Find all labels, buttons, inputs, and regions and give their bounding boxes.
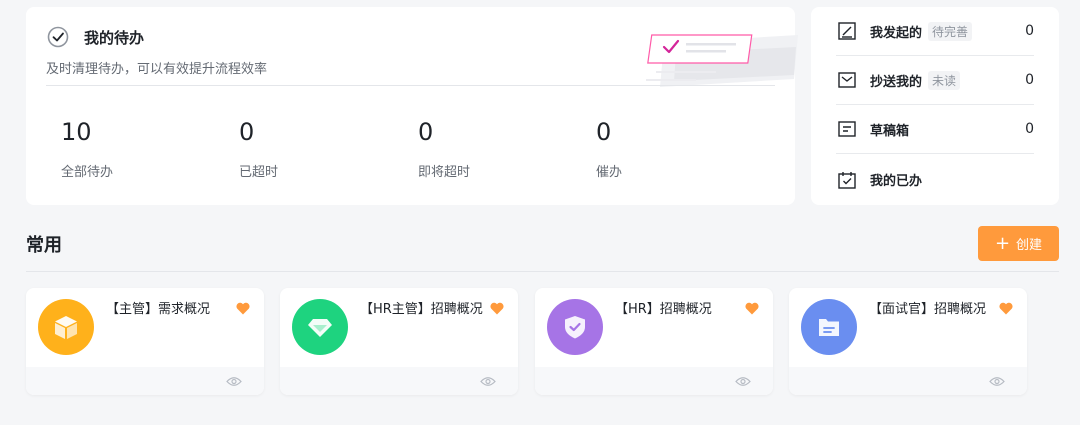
- eye-icon[interactable]: [735, 376, 751, 387]
- plus-icon: +: [994, 232, 1011, 254]
- todo-header: 我的待办: [46, 25, 144, 49]
- edit-icon: [838, 22, 856, 40]
- app-name: 【HR】招聘概况: [615, 302, 712, 317]
- app-card[interactable]: 【面试官】招聘概况: [789, 288, 1027, 395]
- heart-icon[interactable]: [999, 302, 1013, 315]
- side-item-drafts[interactable]: 草稿箱 0: [836, 105, 1034, 154]
- app-card-footer: [26, 367, 264, 395]
- app-card-footer: [280, 367, 518, 395]
- box-icon: [55, 316, 77, 339]
- check-circle-icon: [47, 26, 69, 48]
- eye-icon[interactable]: [989, 376, 1005, 387]
- create-button-label: 创建: [1016, 238, 1043, 253]
- folder-icon: [819, 319, 839, 336]
- stat-all-todo[interactable]: 10 全部待办: [61, 117, 113, 180]
- stat-label: 催办: [596, 165, 623, 180]
- app-name: 【面试官】招聘概况: [869, 302, 987, 317]
- stat-value: 10: [61, 118, 92, 146]
- app-name: 【主管】需求概况: [106, 302, 211, 317]
- side-item-label: 我的已办: [870, 174, 923, 189]
- stat-label: 全部待办: [61, 165, 114, 180]
- eye-icon[interactable]: [480, 376, 496, 387]
- section-title: 常用: [26, 235, 62, 256]
- stat-overdue[interactable]: 0 已超时: [239, 117, 278, 180]
- side-item-tag: 未读: [928, 70, 961, 90]
- side-item-count: 0: [1025, 23, 1034, 39]
- todo-divider: [46, 85, 775, 86]
- stat-value: 0: [239, 118, 255, 146]
- side-item-label: 我发起的: [870, 25, 923, 41]
- side-item-count: 0: [1025, 72, 1034, 88]
- stat-due-soon[interactable]: 0 即将超时: [418, 117, 470, 180]
- app-name: 【HR主管】招聘概况: [360, 302, 483, 317]
- side-item-cc[interactable]: 抄送我的 未读 0: [836, 56, 1034, 105]
- mail-icon: [838, 72, 856, 88]
- stat-label: 已超时: [239, 165, 279, 180]
- section-divider: [26, 271, 1059, 272]
- eye-icon[interactable]: [226, 376, 242, 387]
- create-button[interactable]: + 创建: [978, 226, 1059, 261]
- app-card-footer: [535, 367, 773, 395]
- app-icon-bg: [547, 299, 603, 355]
- app-card[interactable]: 【HR】招聘概况: [535, 288, 773, 395]
- calendar-check-icon: [838, 171, 856, 189]
- app-icon-bg: [801, 299, 857, 355]
- app-card[interactable]: 【HR主管】招聘概况: [280, 288, 518, 395]
- stat-label: 即将超时: [418, 165, 471, 180]
- diamond-icon: [308, 319, 332, 337]
- side-item-tag: 待完善: [928, 21, 973, 41]
- todo-card: 我的待办 及时清理待办，可以有效提升流程效率 10 全部待办 0 已超时 0 即…: [26, 7, 798, 205]
- side-card: 我发起的 待完善 0 抄送我的 未读 0 草稿箱 0 我的已办: [811, 7, 1059, 205]
- todo-illustration-icon: [646, 34, 798, 87]
- app-card-footer: [789, 367, 1027, 395]
- app-card[interactable]: 【主管】需求概况: [26, 288, 264, 395]
- todo-subtitle: 及时清理待办，可以有效提升流程效率: [46, 62, 268, 77]
- side-item-initiated[interactable]: 我发起的 待完善 0: [836, 7, 1034, 56]
- heart-icon[interactable]: [236, 302, 250, 315]
- app-icon-bg: [38, 299, 94, 355]
- draft-icon: [838, 121, 856, 137]
- heart-icon[interactable]: [490, 302, 504, 315]
- shield-icon: [565, 316, 585, 339]
- heart-icon[interactable]: [745, 302, 759, 315]
- stat-value: 0: [596, 118, 612, 146]
- side-item-count: 0: [1025, 121, 1034, 137]
- stat-value: 0: [418, 118, 434, 146]
- stat-urge[interactable]: 0 催办: [596, 117, 622, 180]
- side-item-label: 抄送我的: [870, 74, 923, 90]
- app-icon-bg: [292, 299, 348, 355]
- todo-title: 我的待办: [84, 28, 145, 47]
- side-item-done[interactable]: 我的已办: [836, 155, 1034, 204]
- side-item-label: 草稿箱: [870, 123, 910, 139]
